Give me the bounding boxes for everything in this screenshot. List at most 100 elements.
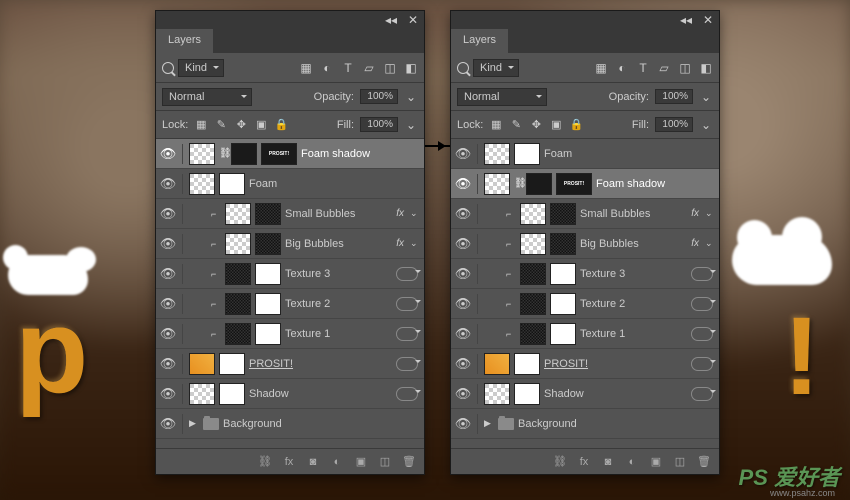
layer-name[interactable]: Background (518, 418, 715, 430)
filter-pixel-icon[interactable]: ▦ (299, 61, 313, 75)
chevron-down-icon[interactable]: ⌄ (410, 238, 420, 249)
layer-name[interactable]: Foam shadow (301, 148, 420, 160)
chevron-down-icon[interactable]: ⌄ (705, 208, 715, 219)
layer-name[interactable]: Background (223, 418, 420, 430)
layer-thumb[interactable] (514, 353, 540, 375)
layer-thumb[interactable] (526, 173, 552, 195)
filter-kind-dropdown[interactable]: Kind (473, 59, 519, 77)
layer-thumb[interactable] (189, 383, 215, 405)
layer-row[interactable]: 👁 ⛓PROSIT!Foam shadow (156, 139, 424, 169)
fx-indicator[interactable]: fx (396, 238, 404, 249)
layer-row[interactable]: 👁 Shadow (451, 379, 719, 409)
layer-thumb[interactable] (219, 383, 245, 405)
layer-row[interactable]: 👁 PROSIT! (451, 349, 719, 379)
visibility-icon[interactable]: 👁 (160, 176, 176, 192)
filter-adjust-icon[interactable]: ◐ (615, 61, 629, 75)
visibility-icon[interactable]: 👁 (160, 386, 176, 402)
layer-name[interactable]: Foam (544, 148, 715, 160)
layer-thumb[interactable] (514, 383, 540, 405)
lock-move-icon[interactable]: ✥ (529, 118, 543, 132)
layer-thumb[interactable] (255, 233, 281, 255)
expand-effects[interactable] (691, 267, 713, 281)
filter-type-icon[interactable]: T (341, 61, 355, 75)
lock-paint-icon[interactable]: ✎ (214, 118, 228, 132)
new-layer-icon[interactable]: ◫ (378, 455, 392, 469)
layer-thumb[interactable] (219, 173, 245, 195)
mask-icon[interactable]: ◙ (601, 455, 615, 469)
visibility-icon[interactable]: 👁 (160, 326, 176, 342)
filter-adjust-icon[interactable]: ◐ (320, 61, 334, 75)
layer-thumb[interactable] (225, 203, 251, 225)
filter-artboard-icon[interactable]: ◧ (404, 61, 418, 75)
visibility-icon[interactable]: 👁 (160, 416, 176, 432)
layer-thumb[interactable] (520, 263, 546, 285)
layer-thumb[interactable] (231, 143, 257, 165)
fill-input[interactable]: 100% (360, 117, 398, 132)
layer-name[interactable]: Big Bubbles (285, 238, 392, 250)
close-icon[interactable]: ✕ (406, 13, 420, 27)
group-icon[interactable]: ▣ (354, 455, 368, 469)
expand-effects[interactable] (691, 297, 713, 311)
expand-effects[interactable] (691, 387, 713, 401)
visibility-icon[interactable]: 👁 (455, 146, 471, 162)
layer-thumb[interactable] (520, 203, 546, 225)
expand-effects[interactable] (691, 357, 713, 371)
layer-name[interactable]: PROSIT! (544, 358, 687, 370)
layer-name[interactable]: Foam (249, 178, 420, 190)
layer-name[interactable]: Small Bubbles (580, 208, 687, 220)
layer-thumb[interactable] (484, 353, 510, 375)
filter-pixel-icon[interactable]: ▦ (594, 61, 608, 75)
layer-thumb[interactable] (255, 203, 281, 225)
expand-effects[interactable] (396, 297, 418, 311)
visibility-icon[interactable]: 👁 (455, 266, 471, 282)
link-icon[interactable]: ⛓ (219, 148, 227, 159)
lock-artboard-icon[interactable]: ▣ (254, 118, 268, 132)
filter-smart-icon[interactable]: ◫ (383, 61, 397, 75)
lock-all-icon[interactable]: 🔒 (274, 118, 288, 132)
tab-layers[interactable]: Layers (156, 29, 213, 53)
layer-name[interactable]: Big Bubbles (580, 238, 687, 250)
layer-row[interactable]: 👁 Foam (451, 139, 719, 169)
layer-thumb[interactable] (550, 263, 576, 285)
layer-thumb[interactable] (514, 143, 540, 165)
expand-effects[interactable] (396, 327, 418, 341)
expand-effects[interactable] (396, 267, 418, 281)
visibility-icon[interactable]: 👁 (160, 296, 176, 312)
opacity-input[interactable]: 100% (360, 89, 398, 104)
mask-icon[interactable]: ◙ (306, 455, 320, 469)
layer-thumb[interactable] (520, 323, 546, 345)
layer-row[interactable]: 👁 PROSIT! (156, 349, 424, 379)
layer-row[interactable]: 👁 ⌐Big Bubblesfx⌄ (156, 229, 424, 259)
layer-thumb[interactable] (550, 323, 576, 345)
blend-mode-dropdown[interactable]: Normal (457, 88, 547, 106)
link-icon[interactable]: ⛓ (514, 178, 522, 189)
layer-name[interactable]: Foam shadow (596, 178, 715, 190)
lock-paint-icon[interactable]: ✎ (509, 118, 523, 132)
chevron-down-icon[interactable]: ⌄ (404, 118, 418, 132)
layer-thumb[interactable] (189, 143, 215, 165)
layer-row[interactable]: 👁 ⌐Small Bubblesfx⌄ (156, 199, 424, 229)
visibility-icon[interactable]: 👁 (160, 266, 176, 282)
layer-row[interactable]: 👁 ▶ Background (156, 409, 424, 439)
chevron-right-icon[interactable]: ▶ (484, 418, 494, 429)
visibility-icon[interactable]: 👁 (455, 176, 471, 192)
new-layer-icon[interactable]: ◫ (673, 455, 687, 469)
filter-kind-dropdown[interactable]: Kind (178, 59, 224, 77)
visibility-icon[interactable]: 👁 (455, 236, 471, 252)
visibility-icon[interactable]: 👁 (160, 206, 176, 222)
filter-shape-icon[interactable]: ▱ (362, 61, 376, 75)
adjustment-icon[interactable]: ◐ (625, 455, 639, 469)
lock-trans-icon[interactable]: ▦ (194, 118, 208, 132)
layer-thumb[interactable] (484, 173, 510, 195)
layer-row[interactable]: 👁 ⌐Texture 1 (451, 319, 719, 349)
layer-thumb[interactable] (219, 353, 245, 375)
fx-menu-icon[interactable]: fx (577, 455, 591, 469)
layer-row[interactable]: 👁 Shadow (156, 379, 424, 409)
expand-effects[interactable] (396, 387, 418, 401)
chevron-right-icon[interactable]: ▶ (189, 418, 199, 429)
layer-row[interactable]: 👁 ⌐Texture 2 (156, 289, 424, 319)
fill-input[interactable]: 100% (655, 117, 693, 132)
filter-type-icon[interactable]: T (636, 61, 650, 75)
trash-icon[interactable]: 🗑 (402, 455, 416, 469)
layer-thumb[interactable] (520, 233, 546, 255)
